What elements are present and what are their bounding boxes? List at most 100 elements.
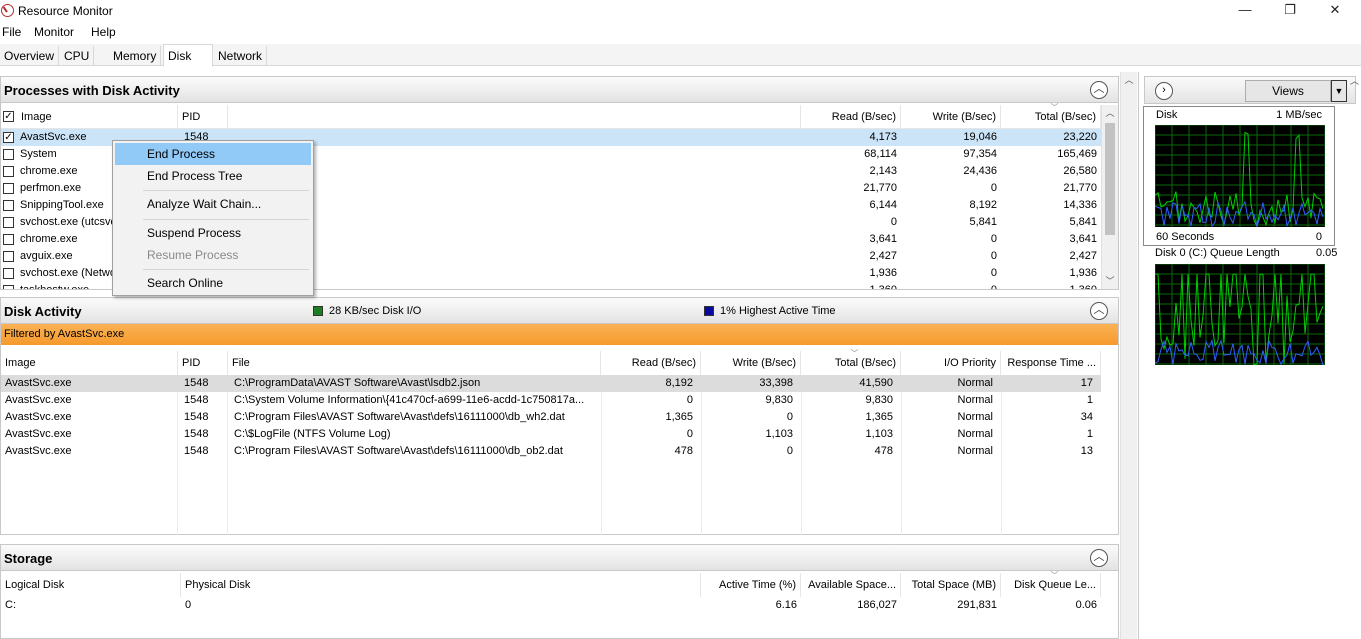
table-row[interactable]: AvastSvc.exe 1548 C:\System Volume Informa… [1, 392, 1101, 409]
row-checkbox[interactable] [3, 200, 14, 211]
cell-total: 478 [874, 445, 893, 457]
maximize-button[interactable]: ❐ [1267, 0, 1313, 22]
processes-pane-header[interactable]: Processes with Disk Activity ︿ [1, 77, 1118, 103]
col-write[interactable]: Write (B/sec) [701, 351, 801, 375]
col-file[interactable]: File [228, 351, 601, 375]
sort-indicator-icon: ﹀ [1050, 571, 1059, 580]
cell-pid: 1548 [184, 394, 209, 406]
table-row[interactable]: AvastSvc.exe 1548 C:\ProgramData\AVAST Sof… [1, 375, 1101, 392]
row-checkbox[interactable]: ✓ [3, 132, 14, 143]
col-image[interactable]: Image [17, 105, 178, 129]
disk-io-legend-swatch [313, 306, 323, 316]
col-total-label: Total (B/sec) [834, 357, 896, 369]
menu-search-online[interactable]: Search Online [115, 272, 311, 294]
row-checkbox[interactable] [3, 166, 14, 177]
scroll-up-arrow-icon[interactable]: ︿ [1102, 105, 1118, 121]
cell-file: C:\ProgramData\AVAST Software\Avast\lsdb… [234, 377, 481, 389]
tab-overview[interactable]: Overview [0, 46, 60, 66]
cell-image: AvastSvc.exe [5, 411, 72, 423]
col-total-space[interactable]: Total Space (MB) [901, 573, 1001, 597]
table-row[interactable]: AvastSvc.exe 1548 C:\Program Files\AVAST S… [1, 409, 1101, 426]
row-checkbox[interactable] [3, 217, 14, 228]
scrollbar-thumb[interactable] [1105, 123, 1115, 235]
collapse-disk-activity-button[interactable]: ︿ [1090, 302, 1108, 320]
cell-queue: 0.06 [1075, 599, 1097, 611]
col-response-time[interactable]: Response Time ... [1001, 351, 1101, 375]
col-write[interactable]: Write (B/sec) [901, 105, 1001, 129]
menu-suspend-process[interactable]: Suspend Process [115, 222, 311, 244]
cell-write: 0 [990, 182, 997, 194]
cell-write: 19,046 [963, 131, 997, 143]
cell-write: 33,398 [759, 377, 793, 389]
col-disk-queue[interactable]: ﹀ Disk Queue Le... [1001, 571, 1101, 597]
row-checkbox[interactable] [3, 285, 14, 289]
panel-scroll-up-icon[interactable]: ︿ [1350, 74, 1359, 87]
disk-activity-pane-header[interactable]: Disk Activity 28 KB/sec Disk I/O 1% High… [1, 298, 1118, 324]
menu-help[interactable]: Help [91, 25, 116, 39]
cell-write: 0 [990, 267, 997, 279]
cell-total: 1,103 [865, 428, 893, 440]
cell-image: AvastSvc.exe [5, 394, 72, 406]
scroll-down-arrow-icon[interactable]: ﹀ [1102, 273, 1118, 289]
cell-priority: Normal [957, 445, 993, 457]
col-io-priority[interactable]: I/O Priority [901, 351, 1001, 375]
col-read[interactable]: Read (B/sec) [601, 351, 701, 375]
col-physical-disk[interactable]: Physical Disk [181, 573, 701, 597]
views-dropdown-arrow-icon[interactable]: ▼ [1331, 80, 1347, 102]
tab-network[interactable]: Network [214, 46, 268, 66]
col-image[interactable]: Image [1, 351, 178, 375]
chevron-right-icon[interactable]: › [1155, 82, 1173, 100]
scroll-up-arrow-icon[interactable]: ︿ [1121, 72, 1137, 88]
cell-image: AvastSvc.exe [5, 428, 72, 440]
cell-read: 4,173 [869, 131, 897, 143]
disk-activity-pane: Disk Activity 28 KB/sec Disk I/O 1% High… [0, 297, 1119, 535]
col-pid[interactable]: PID [178, 351, 228, 375]
cell-file: C:\$LogFile (NTFS Volume Log) [234, 428, 391, 440]
collapse-processes-button[interactable]: ︿ [1090, 81, 1108, 99]
main-scrollbar[interactable]: ︿ [1120, 72, 1137, 639]
cell-read: 0 [686, 428, 693, 440]
menu-analyze-wait-chain[interactable]: Analyze Wait Chain... [115, 193, 311, 215]
menu-end-process[interactable]: End Process [115, 143, 311, 165]
processes-scrollbar[interactable]: ︿ ﹀ [1101, 105, 1118, 289]
storage-pane-header[interactable]: Storage ︿ [1, 545, 1118, 571]
table-row[interactable]: AvastSvc.exe 1548 C:\$LogFile (NTFS Volume… [1, 426, 1101, 443]
menu-file[interactable]: File [2, 25, 21, 39]
col-read[interactable]: Read (B/sec) [801, 105, 901, 129]
cell-read: 0 [686, 394, 693, 406]
table-row[interactable]: AvastSvc.exe 1548 C:\Program Files\AVAST S… [1, 443, 1101, 460]
cell-read: 2,143 [869, 165, 897, 177]
minimize-button[interactable]: — [1222, 0, 1268, 22]
table-row[interactable]: C: 0 6.16 186,027 291,831 0.06 [1, 597, 1118, 614]
views-button[interactable]: Views [1245, 80, 1331, 102]
row-checkbox[interactable] [3, 149, 14, 160]
col-total[interactable]: ﹀ Total (B/sec) [1001, 103, 1101, 129]
tab-cpu[interactable]: CPU [60, 46, 95, 66]
close-button[interactable]: ✕ [1312, 0, 1358, 22]
filter-text: Filtered by AvastSvc.exe [4, 328, 125, 340]
col-logical-disk[interactable]: Logical Disk [1, 573, 181, 597]
col-pid[interactable]: PID [178, 105, 228, 129]
col-total-label: Total (B/sec) [1034, 111, 1096, 123]
select-all-checkbox[interactable]: ✓ [3, 111, 14, 122]
disk-activity-list: AvastSvc.exe 1548 C:\ProgramData\AVAST Sof… [1, 375, 1101, 535]
cell-total: 3,641 [1069, 233, 1097, 245]
cell-pid: 1548 [184, 445, 209, 457]
cell-write: 0 [990, 250, 997, 262]
row-checkbox[interactable] [3, 183, 14, 194]
menu-end-process-tree[interactable]: End Process Tree [115, 165, 311, 187]
tab-memory[interactable]: Memory [109, 46, 162, 66]
context-menu: End Process End Process Tree Analyze Wai… [112, 140, 314, 296]
cell-write: 5,841 [969, 216, 997, 228]
col-active-time[interactable]: Active Time (%) [701, 573, 801, 597]
col-total[interactable]: ﹀ Total (B/sec) [801, 349, 901, 375]
cell-total: 23,220 [1063, 131, 1097, 143]
row-checkbox[interactable] [3, 251, 14, 262]
row-checkbox[interactable] [3, 234, 14, 245]
menu-monitor[interactable]: Monitor [34, 25, 74, 39]
collapse-storage-button[interactable]: ︿ [1090, 549, 1108, 567]
row-checkbox[interactable] [3, 268, 14, 279]
tab-disk[interactable]: Disk [163, 44, 213, 67]
cell-pid: 1548 [184, 428, 209, 440]
col-available-space[interactable]: Available Space... [801, 573, 901, 597]
